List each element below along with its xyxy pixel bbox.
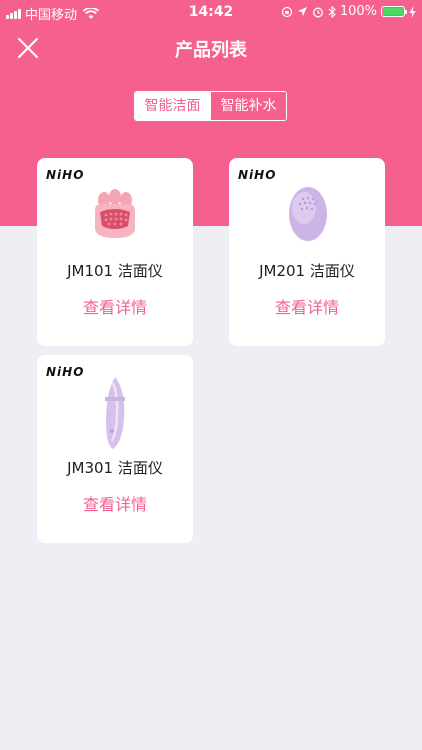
battery-icon — [381, 6, 407, 17]
oval-cleanser-icon — [289, 187, 327, 241]
product-name: JM301 洁面仪 — [67, 459, 163, 477]
product-name: JM201 洁面仪 — [259, 262, 355, 280]
status-right: 100% — [281, 4, 416, 19]
brand-logo: NiHO — [46, 365, 85, 379]
view-details-button[interactable]: 查看详情 — [37, 491, 193, 515]
view-details-button[interactable]: 查看详情 — [229, 294, 385, 318]
category-tabs: 智能洁面 智能补水 — [134, 91, 287, 121]
rotation-lock-icon — [281, 6, 292, 17]
slim-cleanser-icon — [105, 377, 125, 449]
paw-cleanser-icon — [95, 189, 135, 238]
location-icon — [297, 7, 307, 16]
bluetooth-icon — [328, 5, 336, 18]
product-card[interactable]: NiHO JM301 洁面仪 查看详情 — [37, 355, 193, 543]
tab-smart-cleansing[interactable]: 智能洁面 — [135, 92, 210, 120]
page-title: 产品列表 — [175, 40, 247, 61]
brand-logo: NiHO — [46, 168, 85, 182]
view-details-button[interactable]: 查看详情 — [37, 294, 193, 318]
battery-percent: 100% — [339, 4, 377, 19]
charging-icon — [409, 5, 416, 18]
product-card[interactable]: NiHO JM201 洁面仪 查看详情 — [229, 158, 385, 346]
tab-smart-hydration[interactable]: 智能补水 — [210, 92, 286, 120]
nav-bar: 产品列表 — [0, 24, 422, 72]
status-bar: 中国移动 14:42 100% — [0, 0, 422, 24]
brand-logo: NiHO — [238, 168, 277, 182]
product-name: JM101 洁面仪 — [67, 262, 163, 280]
alarm-icon — [312, 7, 323, 17]
product-card[interactable]: NiHO JM101 洁面仪 查看详情 — [37, 158, 193, 346]
